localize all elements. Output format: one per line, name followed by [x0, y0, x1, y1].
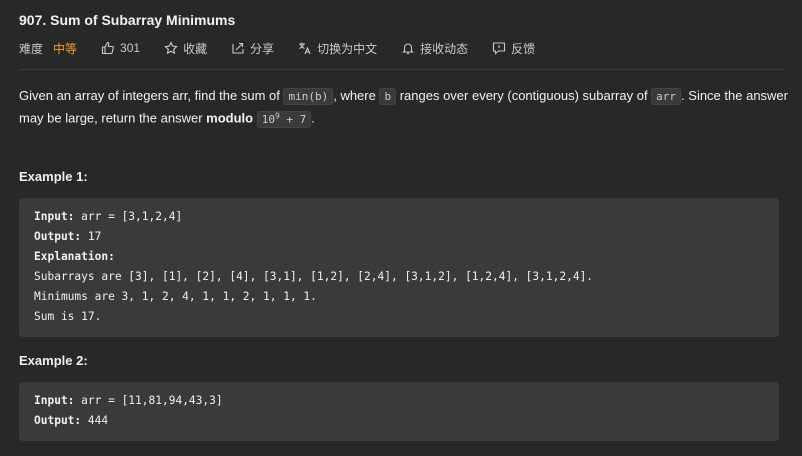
example-1-explanation-key: Explanation: — [34, 250, 115, 263]
output-key: Output: — [34, 414, 82, 427]
favorite-button[interactable]: 收藏 — [164, 40, 207, 57]
description-text: Given an array of integers arr, find the… — [19, 88, 284, 103]
example-2-input: Input: arr = [11,81,94,43,3] — [34, 391, 764, 411]
star-icon — [164, 41, 178, 55]
example-2-label: Example 2: — [19, 353, 88, 368]
difficulty: 难度 中等 — [19, 40, 77, 57]
translate-icon — [298, 41, 312, 55]
feedback-icon — [492, 41, 506, 55]
description-text: ranges over every (contiguous) subarray … — [396, 88, 652, 103]
switch-language-label: 切换为中文 — [317, 41, 378, 56]
example-1-block: Input: arr = [3,1,2,4] Output: 17 Explanat… — [19, 198, 779, 337]
feedback-button[interactable]: 反馈 — [492, 40, 535, 57]
switch-language-button[interactable]: 切换为中文 — [298, 40, 377, 57]
explanation-line: Subarrays are [3], [1], [2], [4], [3,1],… — [34, 270, 594, 283]
like-button[interactable]: 301 — [101, 41, 140, 55]
difficulty-value: 中等 — [53, 41, 78, 56]
example-2-output: Output: 444 — [34, 411, 764, 431]
code-modulus: 109 + 7 — [256, 110, 312, 128]
code-b: b — [379, 88, 397, 105]
difficulty-label: 难度 — [19, 41, 44, 56]
description-text: . — [311, 110, 315, 126]
explanation-line: Minimums are 3, 1, 2, 4, 1, 1, 2, 1, 1, … — [34, 290, 317, 303]
like-count: 301 — [120, 41, 141, 55]
description-text: , where — [333, 88, 380, 103]
input-value: arr = [11,81,94,43,3] — [74, 394, 223, 407]
explanation-line: Sum is 17. — [34, 310, 102, 323]
bell-icon — [401, 41, 415, 55]
thumbs-up-icon — [101, 41, 115, 55]
share-button[interactable]: 分享 — [231, 40, 274, 57]
modulo-bold: modulo — [206, 110, 254, 126]
modulus-rest: + 7 — [279, 112, 307, 126]
input-value: arr = [3,1,2,4] — [74, 210, 183, 223]
share-label: 分享 — [250, 41, 275, 56]
code-arr: arr — [651, 88, 682, 105]
header-divider — [19, 69, 783, 70]
feedback-label: 反馈 — [511, 41, 536, 56]
subscribe-label: 接收动态 — [420, 41, 469, 56]
output-value: 444 — [81, 414, 109, 427]
problem-title: 907. Sum of Subarray Minimums — [19, 12, 236, 28]
example-1-input: Input: arr = [3,1,2,4] — [34, 207, 764, 227]
subscribe-button[interactable]: 接收动态 — [401, 40, 468, 57]
problem-description: Given an array of integers arr, find the… — [19, 86, 789, 129]
output-key: Output: — [34, 230, 82, 243]
problem-meta-bar: 难度 中等 301 收藏 分享 切换为中文 接收动态 反馈 — [19, 39, 559, 57]
example-1-label: Example 1: — [19, 169, 88, 184]
share-icon — [231, 41, 245, 55]
input-key: Input: — [34, 210, 75, 223]
modulus-base: 10 — [261, 112, 275, 126]
favorite-label: 收藏 — [183, 41, 208, 56]
input-key: Input: — [34, 394, 75, 407]
example-2-block: Input: arr = [11,81,94,43,3] Output: 444 — [19, 382, 779, 441]
output-value: 17 — [81, 230, 102, 243]
code-min-b: min(b) — [283, 88, 334, 105]
example-1-output: Output: 17 — [34, 227, 764, 247]
